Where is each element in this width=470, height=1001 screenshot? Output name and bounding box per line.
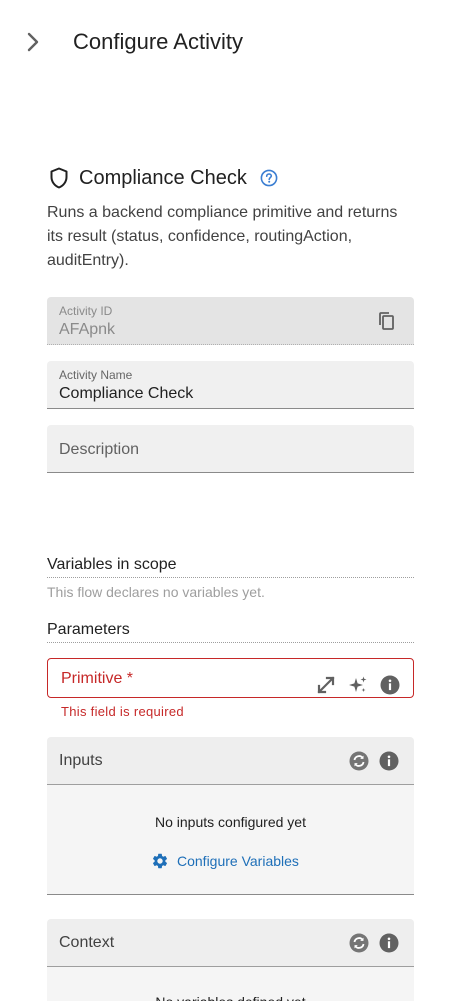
inputs-panel: Inputs No inputs configured yet Configur… [47,737,414,895]
copy-icon[interactable] [376,310,398,332]
activity-name-input[interactable]: Compliance Check [59,384,193,404]
activity-id-label: Activity ID [59,304,113,318]
header: Configure Activity [0,0,470,84]
primitive-label: Primitive * [61,670,134,687]
activity-title: Compliance Check [79,167,247,189]
refresh-icon[interactable] [348,932,370,954]
page-title: Configure Activity [73,29,243,54]
activity-name-field[interactable]: Activity Name Compliance Check [47,361,414,409]
configure-variables-label: Configure Variables [177,853,299,869]
primitive-error: This field is required [61,704,184,719]
context-panel-header: Context [47,919,414,967]
inputs-panel-body: No inputs configured yet Configure Varia… [47,785,414,895]
activity-title-row: Compliance Check [47,164,278,192]
context-panel-body: No variables defined yet [47,967,414,1001]
activity-id-field: Activity ID AFApnk [47,297,414,345]
inputs-empty-text: No inputs configured yet [155,814,306,830]
info-icon[interactable] [378,750,400,772]
expand-icon[interactable] [315,674,337,696]
inputs-panel-header: Inputs [47,737,414,785]
context-title: Context [59,934,115,951]
info-icon[interactable] [379,674,401,696]
shield-icon [47,166,71,190]
description-placeholder: Description [59,441,140,458]
expand-panel-button[interactable] [20,28,46,56]
gear-icon [152,853,168,869]
variables-empty-note: This flow declares no variables yet. [47,584,265,600]
activity-id-value: AFApnk [59,321,116,338]
activity-description: Runs a backend compliance primitive and … [47,204,398,269]
description-field[interactable]: Description [47,425,414,473]
sparkle-icon[interactable] [347,674,369,696]
info-icon[interactable] [378,932,400,954]
help-icon[interactable] [260,169,278,187]
refresh-icon[interactable] [348,750,370,772]
activity-name-label: Activity Name [59,368,133,382]
context-panel: Context No variables defined [47,919,414,1001]
variables-heading: Variables in scope [47,555,414,578]
parameters-heading: Parameters [47,620,414,643]
primitive-select[interactable]: Primitive * [47,658,414,698]
chevron-right-icon [27,32,39,52]
configure-variables-button[interactable]: Configure Variables [151,852,299,870]
inputs-title: Inputs [59,752,103,769]
